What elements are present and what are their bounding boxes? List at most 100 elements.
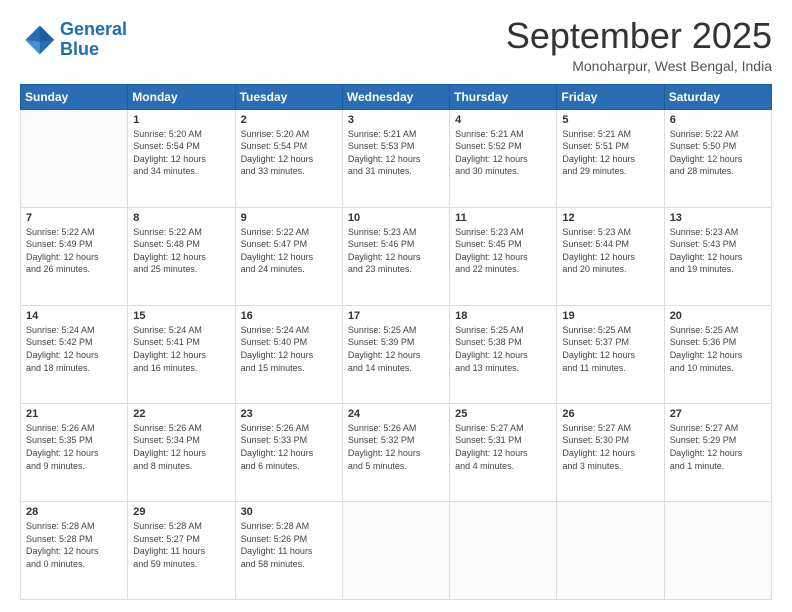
weekday-header-cell: Monday	[128, 84, 235, 109]
day-number: 15	[133, 310, 229, 322]
calendar-day-cell: 15 Sunrise: 5:24 AM Sunset: 5:41 PM Dayli…	[128, 305, 235, 403]
day-number: 19	[562, 310, 658, 322]
weekday-header-row: SundayMondayTuesdayWednesdayThursdayFrid…	[21, 84, 772, 109]
day-number: 14	[26, 310, 122, 322]
calendar-day-cell	[21, 109, 128, 207]
day-number: 22	[133, 408, 229, 420]
day-number: 13	[670, 212, 766, 224]
day-info: Sunrise: 5:21 AM Sunset: 5:53 PM Dayligh…	[348, 128, 444, 178]
day-info: Sunrise: 5:28 AM Sunset: 5:27 PM Dayligh…	[133, 520, 229, 570]
calendar-week-row: 28Sunrise: 5:28 AM Sunset: 5:28 PM Dayli…	[21, 501, 772, 599]
calendar-day-cell: 20 Sunrise: 5:25 AM Sunset: 5:36 PM Dayli…	[664, 305, 771, 403]
day-info: Sunrise: 5:25 AM Sunset: 5:37 PM Dayligh…	[562, 324, 658, 374]
day-info: Sunrise: 5:27 AM Sunset: 5:31 PM Dayligh…	[455, 422, 551, 472]
calendar-day-cell: 6 Sunrise: 5:22 AM Sunset: 5:50 PM Daylig…	[664, 109, 771, 207]
weekday-header-cell: Wednesday	[342, 84, 449, 109]
day-number: 7	[26, 212, 122, 224]
calendar-table: SundayMondayTuesdayWednesdayThursdayFrid…	[20, 84, 772, 600]
calendar-day-cell: 2Sunrise: 5:20 AM Sunset: 5:54 PM Daylig…	[235, 109, 342, 207]
day-info: Sunrise: 5:24 AM Sunset: 5:42 PM Dayligh…	[26, 324, 122, 374]
location: Monoharpur, West Bengal, India	[506, 58, 772, 74]
calendar-day-cell: 29Sunrise: 5:28 AM Sunset: 5:27 PM Dayli…	[128, 501, 235, 599]
day-info: Sunrise: 5:27 AM Sunset: 5:30 PM Dayligh…	[562, 422, 658, 472]
calendar-day-cell	[450, 501, 557, 599]
calendar-day-cell: 5Sunrise: 5:21 AM Sunset: 5:51 PM Daylig…	[557, 109, 664, 207]
calendar-day-cell: 25Sunrise: 5:27 AM Sunset: 5:31 PM Dayli…	[450, 403, 557, 501]
calendar-day-cell: 11 Sunrise: 5:23 AM Sunset: 5:45 PM Dayli…	[450, 207, 557, 305]
calendar-day-cell: 13Sunrise: 5:23 AM Sunset: 5:43 PM Dayli…	[664, 207, 771, 305]
logo: General Blue	[20, 20, 127, 60]
day-number: 27	[670, 408, 766, 420]
calendar-day-cell	[342, 501, 449, 599]
calendar-day-cell: 24 Sunrise: 5:26 AM Sunset: 5:32 PM Dayli…	[342, 403, 449, 501]
day-number: 18	[455, 310, 551, 322]
day-info: Sunrise: 5:26 AM Sunset: 5:32 PM Dayligh…	[348, 422, 444, 472]
calendar-day-cell: 16Sunrise: 5:24 AM Sunset: 5:40 PM Dayli…	[235, 305, 342, 403]
calendar-day-cell: 26 Sunrise: 5:27 AM Sunset: 5:30 PM Dayli…	[557, 403, 664, 501]
calendar-day-cell	[557, 501, 664, 599]
day-number: 6	[670, 114, 766, 126]
calendar-body: 1 Sunrise: 5:20 AM Sunset: 5:54 PM Daylig…	[21, 109, 772, 599]
calendar-day-cell: 21 Sunrise: 5:26 AM Sunset: 5:35 PM Dayli…	[21, 403, 128, 501]
day-number: 24	[348, 408, 444, 420]
day-info: Sunrise: 5:21 AM Sunset: 5:52 PM Dayligh…	[455, 128, 551, 178]
day-number: 30	[241, 506, 337, 518]
calendar-week-row: 14 Sunrise: 5:24 AM Sunset: 5:42 PM Dayli…	[21, 305, 772, 403]
day-number: 16	[241, 310, 337, 322]
calendar-day-cell: 7 Sunrise: 5:22 AM Sunset: 5:49 PM Daylig…	[21, 207, 128, 305]
calendar-day-cell: 18Sunrise: 5:25 AM Sunset: 5:38 PM Dayli…	[450, 305, 557, 403]
calendar-day-cell: 12Sunrise: 5:23 AM Sunset: 5:44 PM Dayli…	[557, 207, 664, 305]
day-info: Sunrise: 5:25 AM Sunset: 5:39 PM Dayligh…	[348, 324, 444, 374]
day-info: Sunrise: 5:24 AM Sunset: 5:41 PM Dayligh…	[133, 324, 229, 374]
calendar-day-cell: 30 Sunrise: 5:28 AM Sunset: 5:26 PM Dayli…	[235, 501, 342, 599]
day-number: 1	[133, 114, 229, 126]
calendar-week-row: 7 Sunrise: 5:22 AM Sunset: 5:49 PM Daylig…	[21, 207, 772, 305]
calendar-day-cell: 8 Sunrise: 5:22 AM Sunset: 5:48 PM Daylig…	[128, 207, 235, 305]
day-number: 5	[562, 114, 658, 126]
calendar-day-cell: 4Sunrise: 5:21 AM Sunset: 5:52 PM Daylig…	[450, 109, 557, 207]
day-number: 3	[348, 114, 444, 126]
day-info: Sunrise: 5:22 AM Sunset: 5:49 PM Dayligh…	[26, 226, 122, 276]
calendar-day-cell: 3 Sunrise: 5:21 AM Sunset: 5:53 PM Daylig…	[342, 109, 449, 207]
day-number: 28	[26, 506, 122, 518]
day-info: Sunrise: 5:28 AM Sunset: 5:26 PM Dayligh…	[241, 520, 337, 570]
day-info: Sunrise: 5:26 AM Sunset: 5:35 PM Dayligh…	[26, 422, 122, 472]
weekday-header-cell: Thursday	[450, 84, 557, 109]
calendar-day-cell: 22 Sunrise: 5:26 AM Sunset: 5:34 PM Dayli…	[128, 403, 235, 501]
day-number: 8	[133, 212, 229, 224]
weekday-header-cell: Tuesday	[235, 84, 342, 109]
weekday-header-cell: Sunday	[21, 84, 128, 109]
calendar-day-cell: 10 Sunrise: 5:23 AM Sunset: 5:46 PM Dayli…	[342, 207, 449, 305]
day-number: 9	[241, 212, 337, 224]
day-number: 21	[26, 408, 122, 420]
calendar-day-cell: 28Sunrise: 5:28 AM Sunset: 5:28 PM Dayli…	[21, 501, 128, 599]
logo-text: General Blue	[60, 20, 127, 60]
day-info: Sunrise: 5:20 AM Sunset: 5:54 PM Dayligh…	[133, 128, 229, 178]
calendar-day-cell: 17 Sunrise: 5:25 AM Sunset: 5:39 PM Dayli…	[342, 305, 449, 403]
calendar-day-cell: 9 Sunrise: 5:22 AM Sunset: 5:47 PM Daylig…	[235, 207, 342, 305]
calendar-day-cell	[664, 501, 771, 599]
calendar-week-row: 21 Sunrise: 5:26 AM Sunset: 5:35 PM Dayli…	[21, 403, 772, 501]
weekday-header-cell: Saturday	[664, 84, 771, 109]
day-info: Sunrise: 5:22 AM Sunset: 5:48 PM Dayligh…	[133, 226, 229, 276]
calendar-day-cell: 19 Sunrise: 5:25 AM Sunset: 5:37 PM Dayli…	[557, 305, 664, 403]
day-number: 20	[670, 310, 766, 322]
day-number: 11	[455, 212, 551, 224]
header: General Blue September 2025 Monoharpur, …	[20, 16, 772, 74]
calendar-day-cell: 14 Sunrise: 5:24 AM Sunset: 5:42 PM Dayli…	[21, 305, 128, 403]
day-number: 17	[348, 310, 444, 322]
day-number: 26	[562, 408, 658, 420]
day-info: Sunrise: 5:26 AM Sunset: 5:34 PM Dayligh…	[133, 422, 229, 472]
weekday-header-cell: Friday	[557, 84, 664, 109]
month-title: September 2025	[506, 16, 772, 56]
calendar-day-cell: 27 Sunrise: 5:27 AM Sunset: 5:29 PM Dayli…	[664, 403, 771, 501]
day-number: 10	[348, 212, 444, 224]
day-info: Sunrise: 5:23 AM Sunset: 5:46 PM Dayligh…	[348, 226, 444, 276]
day-info: Sunrise: 5:27 AM Sunset: 5:29 PM Dayligh…	[670, 422, 766, 472]
day-info: Sunrise: 5:25 AM Sunset: 5:36 PM Dayligh…	[670, 324, 766, 374]
day-info: Sunrise: 5:22 AM Sunset: 5:50 PM Dayligh…	[670, 128, 766, 178]
day-info: Sunrise: 5:22 AM Sunset: 5:47 PM Dayligh…	[241, 226, 337, 276]
day-info: Sunrise: 5:20 AM Sunset: 5:54 PM Dayligh…	[241, 128, 337, 178]
day-info: Sunrise: 5:23 AM Sunset: 5:45 PM Dayligh…	[455, 226, 551, 276]
day-number: 12	[562, 212, 658, 224]
